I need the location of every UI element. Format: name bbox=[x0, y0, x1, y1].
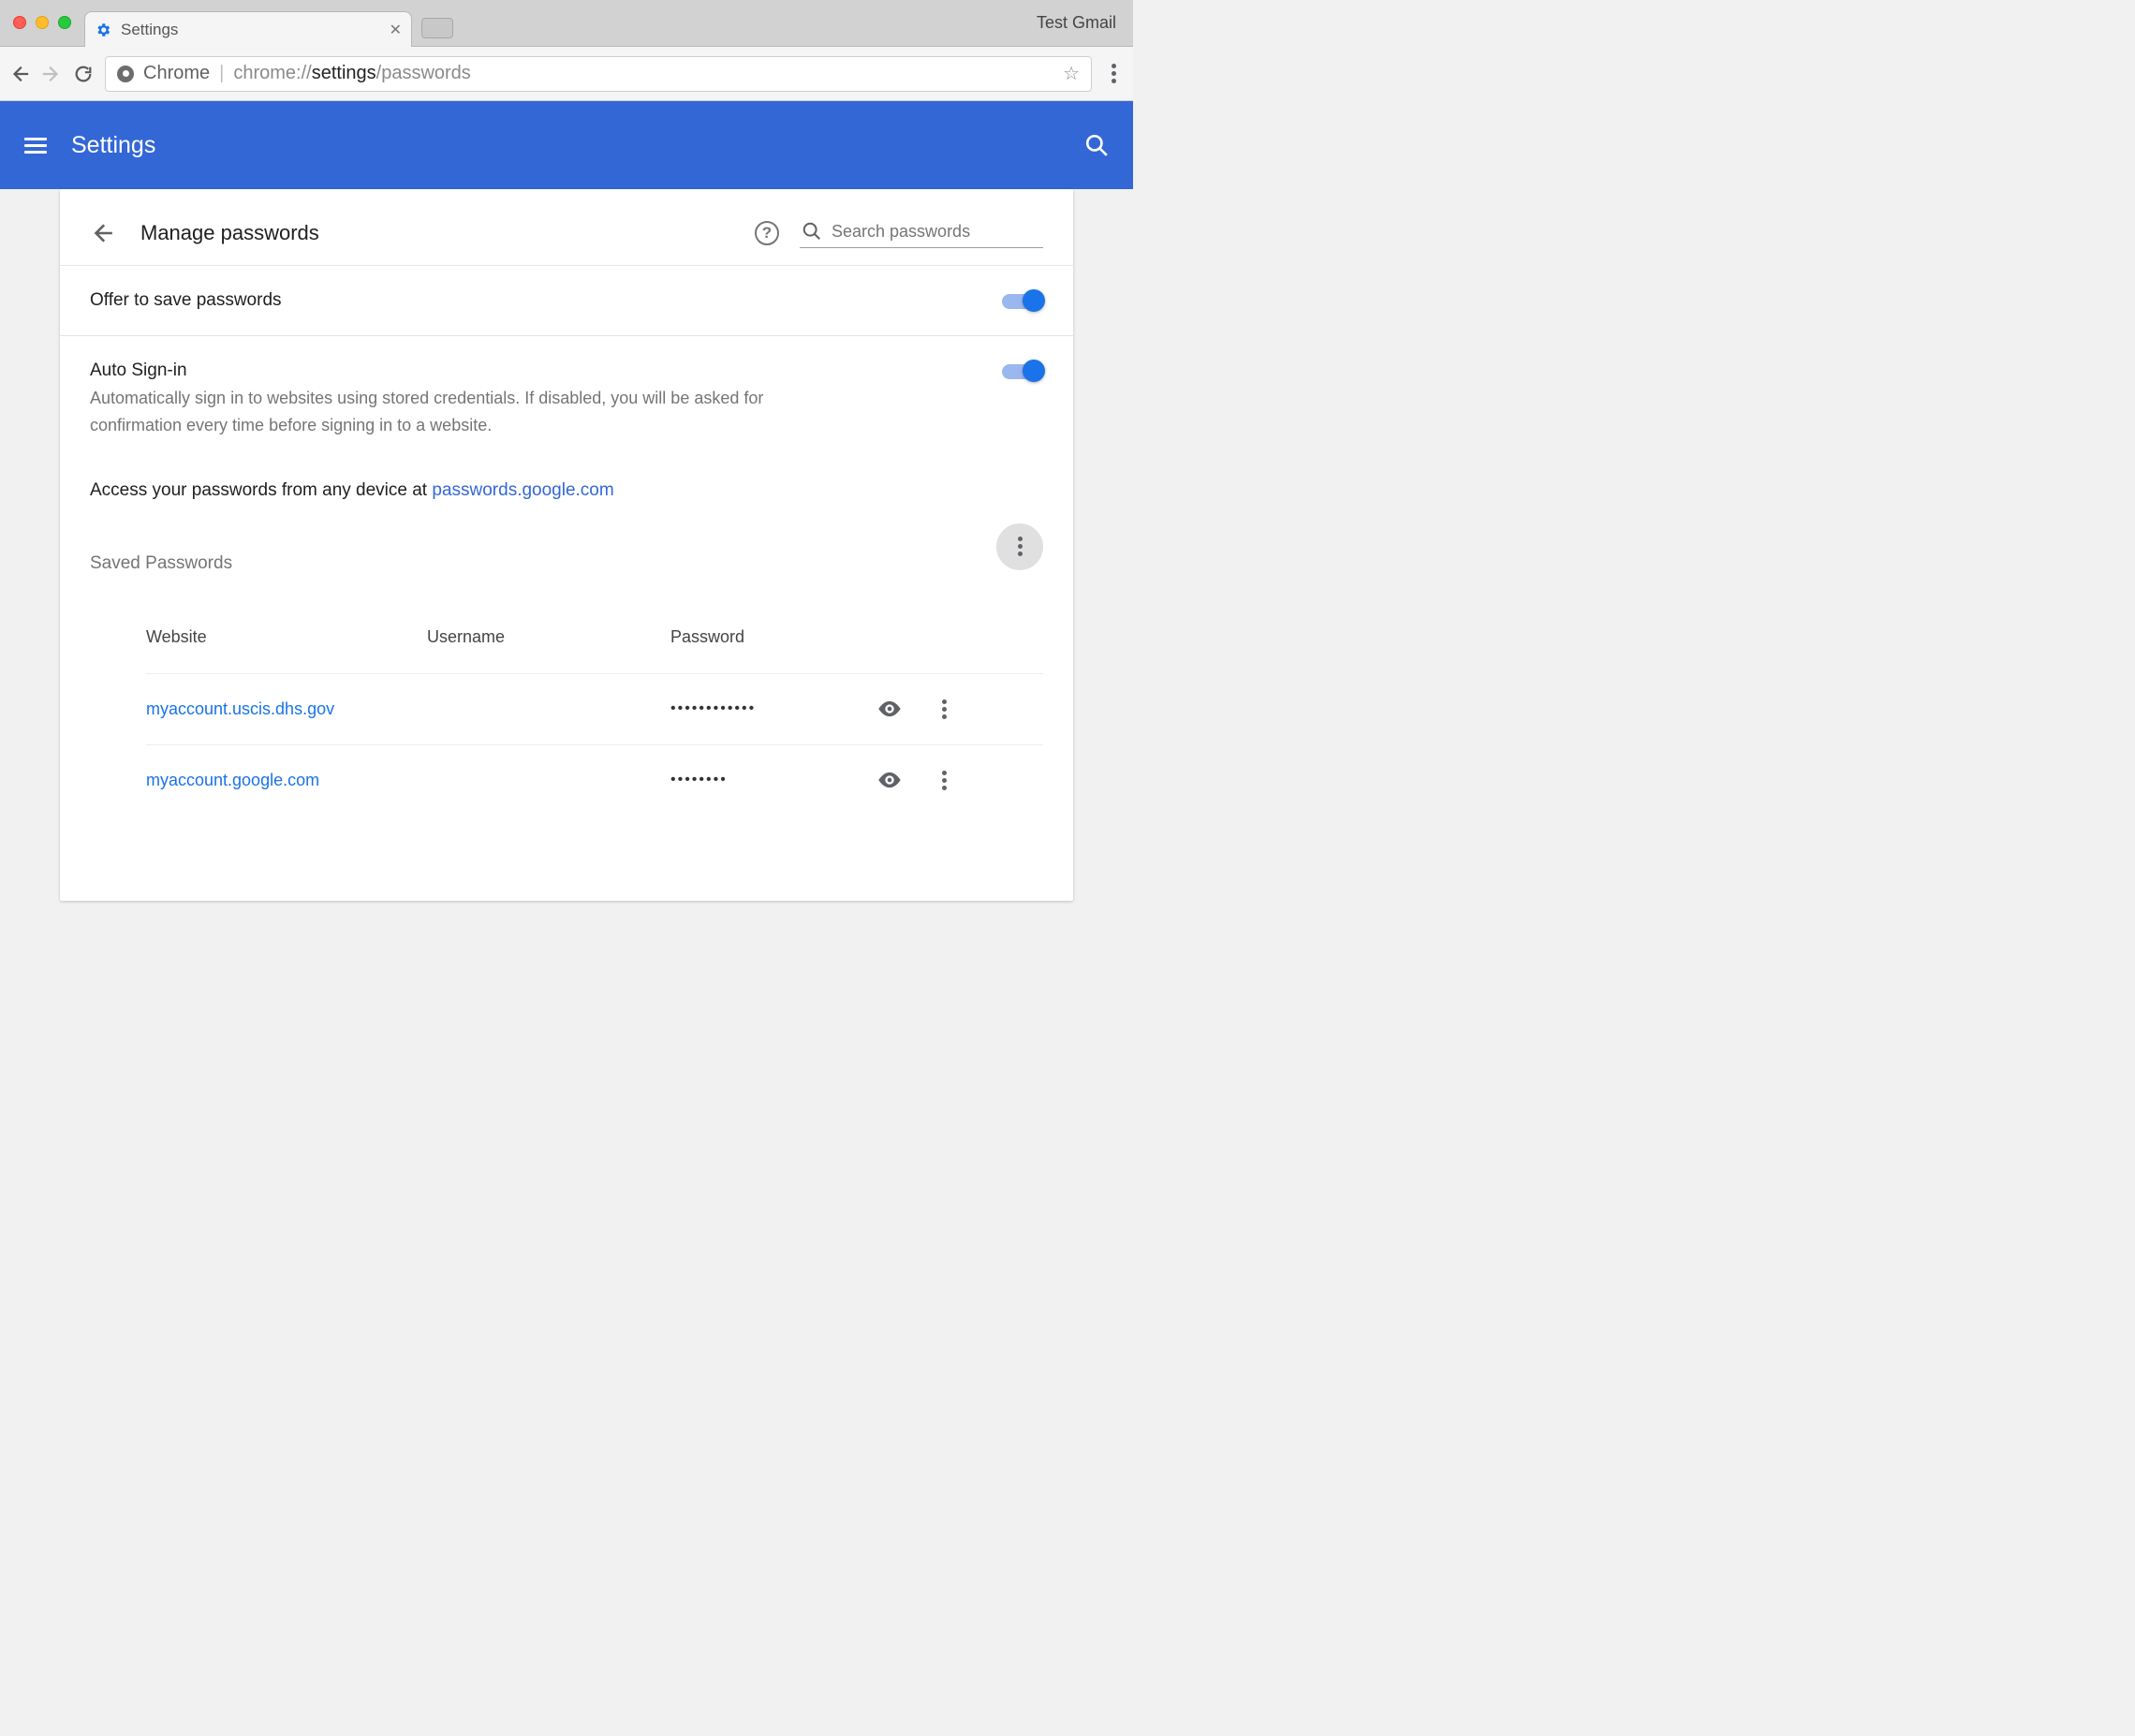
vertical-dots-icon bbox=[942, 699, 998, 719]
passwords-google-link[interactable]: passwords.google.com bbox=[432, 480, 613, 500]
window-controls bbox=[0, 16, 84, 46]
settings-page: Manage passwords ? Offer to save passwor… bbox=[0, 189, 1133, 901]
menu-button[interactable] bbox=[24, 134, 47, 156]
table-row: myaccount.google.com •••••••• bbox=[146, 744, 1043, 816]
auto-signin-row: Auto Sign-in Automatically sign in to we… bbox=[60, 335, 1073, 463]
col-username: Username bbox=[427, 627, 670, 647]
browser-tab[interactable]: Settings ✕ bbox=[84, 11, 412, 47]
browser-toolbar: Chrome | chrome://settings/passwords ☆ bbox=[0, 47, 1133, 101]
password-row-menu-button[interactable] bbox=[942, 699, 998, 719]
password-site-link[interactable]: myaccount.uscis.dhs.gov bbox=[146, 699, 427, 719]
help-button[interactable]: ? bbox=[755, 221, 779, 245]
table-header: Website Username Password bbox=[146, 602, 1043, 673]
nav-reload-button[interactable] bbox=[73, 64, 94, 84]
close-window-button[interactable] bbox=[13, 16, 26, 29]
saved-passwords-section: Saved Passwords Website Username Passwor… bbox=[60, 525, 1073, 816]
reload-icon bbox=[73, 64, 94, 84]
window-tabstrip: Settings ✕ Test Gmail bbox=[0, 0, 1133, 47]
tab-close-button[interactable]: ✕ bbox=[390, 21, 402, 39]
tab-title: Settings bbox=[121, 21, 380, 39]
search-icon bbox=[802, 221, 822, 242]
new-tab-button[interactable] bbox=[421, 18, 453, 38]
arrow-right-icon bbox=[41, 64, 62, 84]
show-password-button[interactable] bbox=[876, 696, 942, 722]
offer-save-passwords-row: Offer to save passwords bbox=[60, 265, 1073, 335]
url-separator: | bbox=[219, 63, 224, 84]
password-row-menu-button[interactable] bbox=[942, 771, 998, 790]
eye-icon bbox=[876, 696, 903, 722]
password-masked: •••••••••••• bbox=[670, 700, 876, 717]
row-subtitle: Automatically sign in to websites using … bbox=[90, 385, 858, 439]
col-website: Website bbox=[146, 627, 427, 647]
vertical-dots-icon bbox=[1112, 64, 1116, 83]
section-back-button[interactable] bbox=[90, 221, 114, 245]
vertical-dots-icon bbox=[942, 771, 998, 790]
auto-signin-toggle[interactable] bbox=[1002, 364, 1043, 379]
table-row: myaccount.uscis.dhs.gov •••••••••••• bbox=[146, 673, 1043, 744]
settings-card: Manage passwords ? Offer to save passwor… bbox=[60, 189, 1073, 901]
search-button[interactable] bbox=[1084, 133, 1109, 157]
browser-menu-button[interactable] bbox=[1103, 64, 1124, 84]
minimize-window-button[interactable] bbox=[36, 16, 49, 29]
access-text: Access your passwords from any device at bbox=[90, 480, 432, 500]
show-password-button[interactable] bbox=[876, 767, 942, 793]
url-part: /passwords bbox=[376, 63, 471, 83]
settings-header: Settings bbox=[0, 101, 1133, 189]
col-password: Password bbox=[670, 627, 876, 647]
url-part: settings bbox=[312, 63, 376, 83]
saved-passwords-menu-button[interactable] bbox=[996, 523, 1043, 570]
arrow-left-icon bbox=[9, 64, 30, 84]
maximize-window-button[interactable] bbox=[58, 16, 71, 29]
search-passwords-field[interactable] bbox=[800, 217, 1043, 248]
nav-forward-button bbox=[41, 64, 62, 84]
settings-title: Settings bbox=[71, 132, 155, 159]
chrome-icon bbox=[117, 66, 134, 82]
row-title: Offer to save passwords bbox=[90, 290, 983, 311]
gear-icon bbox=[95, 22, 111, 38]
saved-passwords-heading: Saved Passwords bbox=[90, 553, 232, 574]
eye-icon bbox=[876, 767, 903, 793]
profile-label[interactable]: Test Gmail bbox=[1037, 13, 1116, 33]
nav-back-button[interactable] bbox=[9, 64, 30, 84]
access-passwords-row: Access your passwords from any device at… bbox=[60, 463, 1073, 525]
section-title: Manage passwords bbox=[140, 221, 319, 245]
bookmark-star-button[interactable]: ☆ bbox=[1063, 62, 1080, 85]
password-site-link[interactable]: myaccount.google.com bbox=[146, 771, 427, 790]
search-passwords-input[interactable] bbox=[832, 222, 1028, 242]
row-title: Auto Sign-in bbox=[90, 360, 983, 381]
url-chip: Chrome bbox=[143, 63, 210, 84]
saved-passwords-table: Website Username Password myaccount.usci… bbox=[146, 602, 1043, 816]
offer-save-passwords-toggle[interactable] bbox=[1002, 294, 1043, 309]
section-header: Manage passwords ? bbox=[60, 189, 1073, 265]
url-part: chrome:// bbox=[233, 63, 311, 83]
vertical-dots-icon bbox=[1018, 537, 1023, 556]
password-masked: •••••••• bbox=[670, 772, 876, 788]
address-bar[interactable]: Chrome | chrome://settings/passwords ☆ bbox=[105, 56, 1092, 92]
